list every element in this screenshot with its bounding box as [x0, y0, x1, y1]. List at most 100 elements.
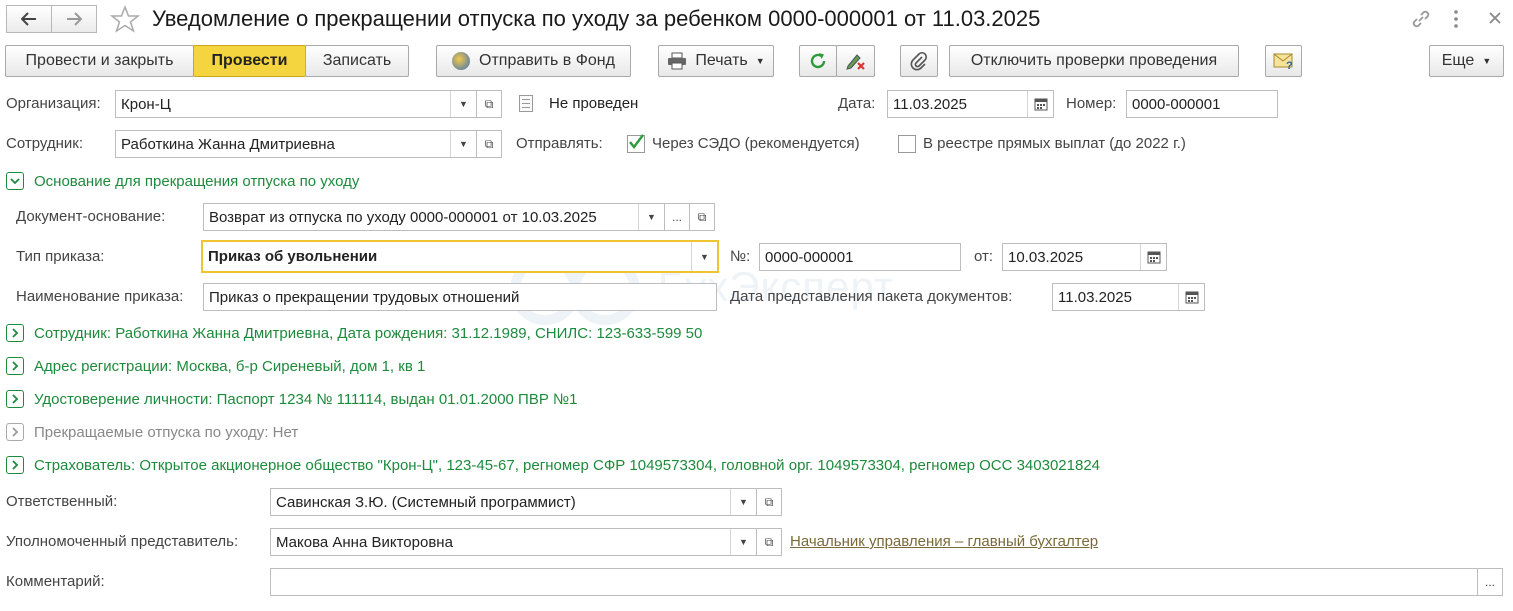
chevron-down-icon[interactable]: ▼ [691, 242, 717, 271]
calendar-icon[interactable] [1140, 244, 1166, 270]
number-label: Номер: [1066, 95, 1117, 112]
address-group-toggle[interactable]: Адрес регистрации: Москва, б-р Сиреневый… [6, 356, 425, 376]
pack-date-label: Дата представления пакета документов: [730, 288, 1013, 305]
close-icon[interactable] [1488, 11, 1502, 29]
send-to-fund-label: Отправить в Фонд [479, 52, 615, 69]
help-button[interactable]: ? [1265, 45, 1302, 77]
refresh-button[interactable] [799, 45, 837, 77]
post-button[interactable]: Провести [193, 45, 306, 77]
representative-position-link[interactable]: Начальник управления – главный бухгалтер [790, 533, 1098, 550]
identity-group-toggle[interactable]: Удостоверение личности: Паспорт 1234 № 1… [6, 389, 577, 409]
send-registry-checkbox[interactable] [898, 135, 916, 153]
chevron-down-icon[interactable]: ▼ [638, 204, 664, 230]
chevron-right-icon [6, 357, 24, 375]
checkmark-icon [629, 134, 644, 149]
basis-group-toggle[interactable]: Основание для прекращения отпуска по ухо… [6, 171, 359, 191]
save-button[interactable]: Записать [305, 45, 409, 77]
number-field[interactable]: 0000-000001 [1126, 90, 1278, 118]
leaves-group-title: Прекращаемые отпуска по уходу: Нет [34, 423, 299, 441]
attach-button[interactable] [900, 45, 938, 77]
chevron-down-icon[interactable]: ▼ [450, 131, 476, 157]
order-name-value: Приказ о прекращении трудовых отношений [209, 288, 520, 306]
pack-date-value: 11.03.2025 [1058, 288, 1132, 306]
comment-field[interactable] [270, 568, 1478, 596]
open-window-icon: ⧉ [764, 494, 774, 509]
edit-cancel-icon [845, 54, 865, 70]
order-type-label: Тип приказа: [16, 248, 105, 265]
document-status-text: Не проведен [549, 95, 639, 112]
organization-value: Крон-Ц [121, 95, 171, 113]
representative-open-button[interactable]: ⧉ [756, 528, 782, 556]
clear-posting-button[interactable] [836, 45, 875, 77]
fund-logo-icon [452, 52, 471, 70]
post-and-close-button[interactable]: Провести и закрыть [5, 45, 194, 77]
employee-value: Работкина Жанна Дмитриевна [121, 135, 335, 153]
send-to-fund-button[interactable]: Отправить в Фонд [436, 45, 631, 77]
organization-open-button[interactable]: ⧉ [476, 90, 502, 118]
insurer-group-title: Страхователь: Открытое акционерное общес… [34, 456, 1101, 474]
chevron-down-icon[interactable]: ▼ [730, 529, 756, 555]
more-button[interactable]: Еще ▼ [1429, 45, 1504, 77]
send-sedo-label[interactable]: Через СЭДО (рекомендуется) [652, 135, 860, 152]
open-window-icon: ⧉ [484, 96, 494, 111]
responsible-open-button[interactable]: ⧉ [756, 488, 782, 516]
basis-document-open-button[interactable]: ⧉ [689, 203, 715, 231]
representative-field[interactable]: Макова Анна Викторовна ▼ [270, 528, 757, 556]
chevron-down-icon[interactable]: ▼ [730, 489, 756, 515]
help-envelope-icon: ? [1273, 53, 1293, 70]
open-window-icon: ⧉ [484, 136, 494, 151]
more-label: Еще [1441, 52, 1475, 69]
organization-field[interactable]: Крон-Ц ▼ [115, 90, 477, 118]
employee-group-toggle[interactable]: Сотрудник: Работкина Жанна Дмитриевна, Д… [6, 323, 702, 343]
identity-group-title: Удостоверение личности: Паспорт 1234 № 1… [34, 390, 578, 408]
calendar-icon[interactable] [1027, 91, 1053, 117]
ellipsis-icon: ... [1484, 575, 1495, 589]
order-date-label: от: [974, 248, 994, 265]
send-sedo-checkbox[interactable] [627, 134, 645, 153]
chevron-down-icon: ▼ [755, 56, 765, 66]
chevron-right-icon [6, 423, 24, 441]
send-registry-label[interactable]: В реестре прямых выплат (до 2022 г.) [923, 135, 1186, 152]
chevron-down-icon[interactable]: ▼ [450, 91, 476, 117]
chevron-right-icon [6, 456, 24, 474]
date-field[interactable]: 11.03.2025 [887, 90, 1054, 118]
print-button[interactable]: Печать ▼ [658, 45, 774, 77]
send-label: Отправлять: [516, 135, 603, 152]
insurer-group-toggle[interactable]: Страхователь: Открытое акционерное общес… [6, 455, 1100, 475]
responsible-field[interactable]: Савинская З.Ю. (Системный программист) ▼ [270, 488, 757, 516]
basis-document-label: Документ-основание: [16, 208, 166, 225]
chevron-right-icon [6, 324, 24, 342]
more-vertical-icon[interactable] [1450, 8, 1462, 30]
order-name-field[interactable]: Приказ о прекращении трудовых отношений [203, 283, 717, 311]
order-type-value: Приказ об увольнении [208, 248, 378, 265]
comment-expand-button[interactable]: ... [1477, 568, 1503, 596]
employee-open-button[interactable]: ⧉ [476, 130, 502, 158]
employee-label: Сотрудник: [6, 135, 84, 152]
address-group-title: Адрес регистрации: Москва, б-р Сиреневый… [34, 357, 426, 375]
paperclip-icon [910, 51, 928, 71]
refresh-icon [810, 53, 826, 69]
forward-button[interactable] [51, 5, 97, 33]
comment-label: Комментарий: [6, 573, 105, 590]
calendar-icon[interactable] [1178, 284, 1204, 310]
chevron-down-icon: ▼ [1482, 56, 1492, 66]
order-number-field[interactable]: 0000-000001 [759, 243, 961, 271]
order-number-label: №: [730, 248, 751, 265]
ellipsis-icon: ... [671, 210, 682, 224]
link-icon[interactable] [1410, 8, 1432, 34]
order-name-label: Наименование приказа: [16, 288, 184, 305]
order-type-field[interactable]: Приказ об увольнении ▼ [201, 240, 719, 273]
back-button[interactable] [6, 5, 52, 33]
basis-document-field[interactable]: Возврат из отпуска по уходу 0000-000001 … [203, 203, 665, 231]
leaves-group-toggle[interactable]: Прекращаемые отпуска по уходу: Нет [6, 422, 298, 442]
date-value: 11.03.2025 [893, 95, 967, 113]
responsible-label: Ответственный: [6, 493, 118, 510]
employee-field[interactable]: Работкина Жанна Дмитриевна ▼ [115, 130, 477, 158]
disable-checks-button[interactable]: Отключить проверки проведения [949, 45, 1239, 77]
favorite-star-icon[interactable] [109, 4, 141, 37]
order-date-field[interactable]: 10.03.2025 [1002, 243, 1167, 271]
date-label: Дата: [838, 95, 876, 112]
svg-text:?: ? [1286, 60, 1293, 70]
basis-document-select-button[interactable]: ... [664, 203, 690, 231]
pack-date-field[interactable]: 11.03.2025 [1052, 283, 1205, 311]
